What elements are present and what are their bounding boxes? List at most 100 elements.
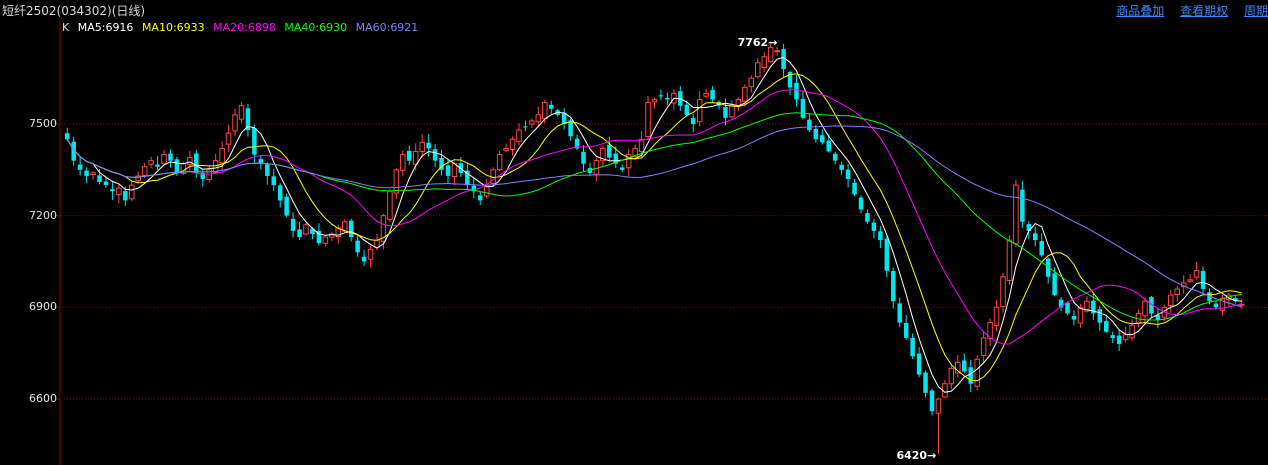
candle-body-up — [535, 114, 542, 123]
candle-body-up — [1006, 239, 1013, 282]
candle-body-down — [1033, 233, 1038, 241]
candle-body-up — [767, 47, 774, 62]
candle-body-down — [426, 142, 431, 149]
candle-body-down — [155, 164, 160, 167]
candle-body-up — [219, 147, 225, 164]
candle-body-down — [97, 175, 102, 183]
candle-body-up — [419, 141, 425, 153]
candle-body-up — [496, 154, 503, 171]
candle-body-up — [387, 190, 393, 220]
candle-body-down — [407, 150, 412, 161]
candle-body-up — [148, 160, 154, 165]
candle-body-up — [1122, 334, 1129, 341]
candle-body-down — [1020, 189, 1025, 222]
candle-body-down — [1110, 335, 1115, 338]
candle-body-up — [141, 166, 148, 177]
candle-body-down — [361, 256, 367, 262]
high-price-label: 7762→ — [737, 35, 778, 49]
candle-body-down — [252, 127, 257, 155]
low-price-label: 6420→ — [896, 449, 937, 462]
candle-body-up — [742, 86, 748, 102]
candle-body-up — [238, 105, 245, 120]
candle-body-down — [710, 89, 715, 100]
candle-body-down — [807, 119, 812, 131]
candle-body-down — [891, 270, 896, 302]
candle-body-up — [948, 367, 955, 385]
candle-body-down — [923, 372, 928, 393]
candle-body-down — [290, 218, 296, 231]
candle-body-up — [593, 160, 600, 175]
candle-body-up — [374, 239, 380, 248]
candle-body-down — [581, 151, 586, 164]
candle-body-down — [110, 189, 115, 192]
candle-body-down — [871, 222, 877, 231]
ma10-line — [66, 73, 1242, 382]
candlestick-chart[interactable] — [0, 0, 1268, 465]
candle-body-up — [225, 132, 232, 145]
candle-body-up — [393, 169, 400, 194]
candle-body-up — [451, 163, 458, 177]
candle-body-down — [916, 353, 922, 375]
candle-body-up — [187, 157, 193, 166]
candle-body-up — [412, 151, 419, 165]
y-tick-label: 6600 — [29, 392, 57, 405]
candle-body-up — [1187, 279, 1193, 282]
y-tick-label: 6900 — [29, 300, 57, 314]
candle-body-down — [878, 231, 883, 241]
candle-body-up — [509, 138, 516, 150]
candle-body-down — [723, 107, 728, 118]
candle-body-down — [826, 140, 832, 152]
candle-body-down — [800, 98, 806, 118]
candle-body-up — [90, 172, 96, 176]
candle-body-down — [1039, 241, 1044, 256]
candle-body-up — [212, 160, 219, 173]
candle-body-down — [84, 170, 89, 176]
candle-body-up — [1077, 306, 1084, 324]
candle-body-up — [980, 337, 987, 357]
y-tick-label: 7200 — [29, 208, 57, 222]
candle-body-up — [935, 398, 942, 414]
candle-body-down — [523, 126, 528, 128]
candle-body-down — [445, 165, 451, 176]
candle-body-down — [903, 322, 909, 338]
candle-body-down — [1116, 335, 1122, 344]
candle-body-up — [129, 184, 135, 200]
candle-body-up — [322, 236, 329, 244]
candle-body-down — [820, 135, 825, 143]
candle-body-down — [910, 337, 915, 357]
candle-body-up — [542, 102, 548, 120]
candle-body-up — [1168, 294, 1174, 306]
candle-body-down — [64, 133, 70, 140]
candle-body-up — [503, 147, 509, 151]
candle-body-down — [1213, 303, 1219, 308]
candle-body-down — [858, 197, 864, 210]
candle-body-down — [968, 367, 973, 384]
candle-body-down — [1200, 270, 1206, 289]
candle-body-up — [116, 187, 122, 196]
candle-body-up — [748, 77, 755, 88]
candle-body-down — [845, 169, 851, 179]
candle-body-up — [696, 99, 703, 123]
candle-body-down — [271, 176, 276, 186]
candle-body-down — [194, 153, 199, 173]
candle-body-down — [77, 164, 83, 170]
candle-body-down — [897, 303, 902, 323]
candle-body-down — [1071, 315, 1077, 320]
candle-body-up — [1174, 288, 1180, 296]
candle-body-up — [529, 120, 535, 125]
candle-body-up — [1013, 184, 1019, 245]
candle-body-down — [297, 229, 302, 238]
candle-body-up — [774, 50, 780, 53]
candle-body-up — [651, 99, 658, 103]
candle-body-up — [993, 306, 1000, 327]
candle-body-down — [432, 149, 438, 161]
candle-body-down — [568, 120, 573, 137]
y-tick-label: 7500 — [29, 117, 57, 130]
candle-body-up — [729, 105, 735, 118]
candle-body-down — [174, 159, 180, 173]
candle-body-up — [703, 92, 709, 97]
candle-body-down — [355, 240, 360, 253]
candle-body-up — [1142, 300, 1148, 317]
candle-body-down — [348, 220, 354, 238]
candle-body-up — [645, 102, 651, 138]
